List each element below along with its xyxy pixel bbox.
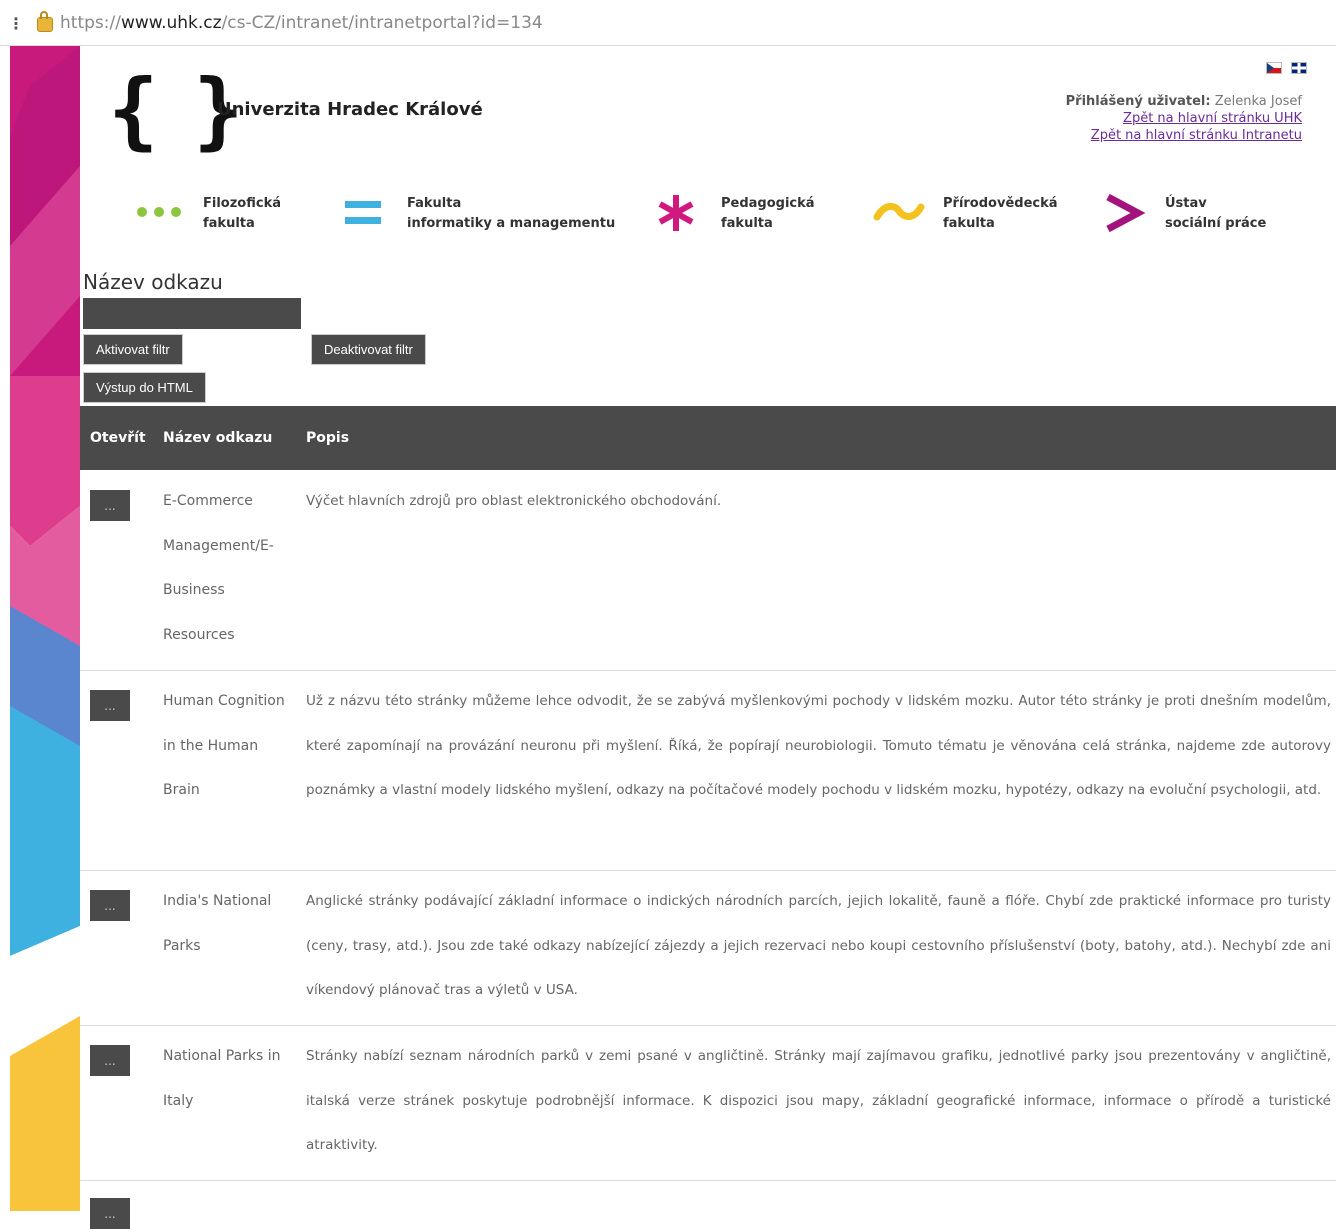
header-name[interactable]: Název odkazu	[163, 430, 272, 446]
deactivate-filter-button[interactable]: Deaktivovat filtr	[311, 334, 426, 365]
row-desc: Anglické stránky podávající základní inf…	[306, 893, 1331, 998]
browser-address-bar[interactable]: ⋮ https://www.uhk.cz/cs-CZ/intranet/intr…	[0, 0, 1336, 46]
header-open[interactable]: Otevřít	[90, 430, 146, 446]
chevron-icon	[1106, 193, 1146, 233]
table-row: ... Human Cognition in the Human Brain U…	[80, 670, 1336, 871]
czech-flag-icon[interactable]	[1266, 62, 1282, 74]
row-desc: Už z názvu této stránky můžeme lehce odv…	[306, 693, 1331, 798]
open-link-button[interactable]: ...	[90, 690, 130, 721]
browser-menu-icon[interactable]: ⋮	[8, 14, 24, 33]
university-name: Univerzita Hradec Králové	[217, 99, 483, 120]
english-flag-icon[interactable]	[1291, 62, 1308, 74]
faculty-label: Fakulta informatiky a managementu	[407, 196, 616, 231]
open-link-button[interactable]: ...	[90, 490, 130, 521]
language-switcher	[1262, 62, 1308, 81]
faculty-label: Ústav sociální práce	[1165, 196, 1267, 231]
asterisk-icon	[658, 195, 694, 231]
row-desc: Stránky nabízí seznam národních parků v …	[306, 1048, 1331, 1153]
activate-filter-button[interactable]: Aktivovat filtr	[83, 334, 183, 365]
filter-title: Název odkazu	[83, 270, 223, 294]
faculty-label: Filozofická fakulta	[203, 196, 281, 231]
open-link-button[interactable]: ...	[90, 890, 130, 921]
row-name: National Parks in Italy	[163, 1048, 281, 1109]
row-name: E-Commerce Management/E-Business Resourc…	[163, 493, 274, 643]
table-row: ... National Parks in Italy Stránky nabí…	[80, 1025, 1336, 1181]
faculty-label: Přírodovědecká fakulta	[943, 196, 1058, 231]
filter-input[interactable]	[83, 298, 301, 329]
tilde-icon	[873, 203, 925, 221]
decorative-stripe	[10, 46, 80, 1211]
table-header: Otevřít Název odkazu Popis	[80, 406, 1336, 470]
table-row: ... E-Commerce Management/E-Business Res…	[80, 470, 1336, 671]
dots-icon	[137, 207, 181, 217]
user-name: Zelenka Josef	[1214, 94, 1302, 109]
row-desc: Výčet hlavních zdrojů pro oblast elektro…	[306, 493, 722, 509]
row-name: India's National Parks	[163, 893, 272, 954]
header-desc[interactable]: Popis	[306, 430, 349, 446]
table-row: ... India's National Parks Anglické strá…	[80, 870, 1336, 1026]
user-info: Přihlášený uživatel: Zelenka Josef Zpět …	[1066, 93, 1302, 144]
equals-icon	[345, 201, 381, 224]
lock-icon	[37, 11, 53, 32]
url-text[interactable]: https://www.uhk.cz/cs-CZ/intranet/intran…	[60, 13, 543, 33]
link-back-intranet[interactable]: Zpět na hlavní stránku Intranetu	[1066, 127, 1302, 144]
export-html-button[interactable]: Výstup do HTML	[83, 372, 206, 403]
faculty-label: Pedagogická fakulta	[721, 196, 815, 231]
link-back-uhk[interactable]: Zpět na hlavní stránku UHK	[1066, 110, 1302, 127]
open-link-button[interactable]: ...	[90, 1045, 130, 1076]
row-name: Human Cognition in the Human Brain	[163, 693, 285, 798]
table-row-partial: ...	[80, 1180, 1336, 1229]
user-label: Přihlášený uživatel:	[1065, 94, 1211, 109]
open-link-button[interactable]: ...	[90, 1198, 130, 1229]
